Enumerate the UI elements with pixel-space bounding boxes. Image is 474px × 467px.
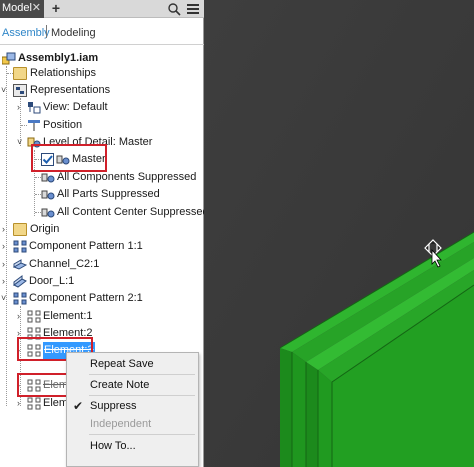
tree-item-all-content-center-suppressed[interactable]: All Content Center Suppressed [0,204,204,221]
menu-item-independent: Independent [90,418,152,430]
tree-item-door[interactable]: › Door_L:1 [0,273,200,290]
tree-item-all-components-suppressed[interactable]: All Components Suppressed [0,169,204,186]
lod-rep-icon [41,206,55,219]
pattern-icon [13,292,27,305]
view-icon [27,101,41,114]
position-icon [27,119,41,132]
mode-divider [46,25,47,38]
tree-item-label: View: Default [43,101,108,113]
folder-icon [13,67,27,80]
browser-mode-switch: Assembly Modeling [0,19,204,45]
tree-item-label: Component Pattern 1:1 [29,240,143,252]
tree-item-label: All Content Center Suppressed [57,206,204,218]
element-icon [27,397,41,410]
chevron-right-icon[interactable]: › [17,308,25,325]
tree-item-label: Door_L:1 [29,275,75,287]
tree-item-label: Representations [30,84,111,96]
menu-item-suppress[interactable]: ✔ Suppress [67,397,198,415]
tab-model[interactable]: Model ✕ [0,0,44,18]
tree-item-label: All Parts Suppressed [57,188,160,200]
lod-rep-icon [41,188,55,201]
checkmark-icon: ✔ [73,399,84,413]
chevron-down-icon[interactable]: ˅ [1,82,9,99]
close-icon[interactable]: ✕ [32,1,41,14]
folder-icon [13,223,27,236]
tab-model-label: Model [2,2,32,14]
tree-item-channel[interactable]: › Channel_C2:1 [0,256,200,273]
tree-item-label: All Components Suppressed [57,171,197,183]
tree-item-position[interactable]: Position [0,117,200,134]
search-icon[interactable] [167,1,181,17]
lod-rep-icon [41,171,55,184]
chevron-right-icon[interactable]: › [2,238,10,255]
tree-item-element-1[interactable]: › Element:1 [0,308,200,325]
tree-item-all-parts-suppressed[interactable]: All Parts Suppressed [0,186,200,203]
chevron-right-icon[interactable]: › [17,99,25,116]
menu-icon[interactable] [186,1,200,17]
tree-item-label: Origin [30,223,60,235]
graphics-viewport[interactable] [204,0,474,467]
tree-item-component-pattern-2[interactable]: ˅ Component Pattern 2:1 [0,290,200,307]
add-tab-button[interactable]: + [48,0,64,18]
pattern-icon [13,240,27,253]
mode-modeling[interactable]: Modeling [51,27,96,39]
part-icon [12,258,28,271]
tree-item-relationships[interactable]: Relationships [0,65,200,82]
assembly-icon [1,52,18,65]
tree-item-origin[interactable]: › Origin [0,221,200,238]
highlight-box [31,144,107,172]
chevron-right-icon[interactable]: › [2,221,10,238]
part-icon [13,275,27,288]
tree-item-label: Relationships [30,67,97,79]
browser-tab-bar: Model ✕ + [0,0,204,18]
menu-separator [89,395,195,396]
tree-item-label: Position [43,119,83,131]
chevron-right-icon[interactable]: › [2,256,10,273]
menu-item-repeat-save[interactable]: Repeat Save [67,355,198,373]
menu-separator [89,374,195,375]
green-part-model[interactable] [204,0,474,467]
tree-item-component-pattern-1[interactable]: › Component Pattern 1:1 [0,238,200,255]
chevron-down-icon[interactable]: ˅ [1,290,9,307]
tree-item-label: Element:1 [43,310,93,322]
tree-item-label: Component Pattern 2:1 [29,292,143,304]
chevron-down-icon[interactable]: ˅ [17,134,25,151]
chevron-right-icon[interactable]: › [17,395,25,412]
element-icon [27,310,41,323]
menu-item-how-to[interactable]: How To... [67,437,198,455]
tree-item-view[interactable]: › View: Default [0,99,200,116]
mode-assembly[interactable]: Assembly [2,27,50,39]
tree-item-label: Channel_C2:1 [29,258,100,270]
menu-item-create-note[interactable]: Create Note [67,376,198,394]
context-menu: Repeat Save Create Note ✔ Suppress Indep… [66,352,199,467]
chevron-right-icon[interactable]: › [2,273,10,290]
representations-icon [13,84,27,97]
tree-item-representations[interactable]: ˅ Representations [0,82,200,99]
menu-separator [89,434,195,435]
